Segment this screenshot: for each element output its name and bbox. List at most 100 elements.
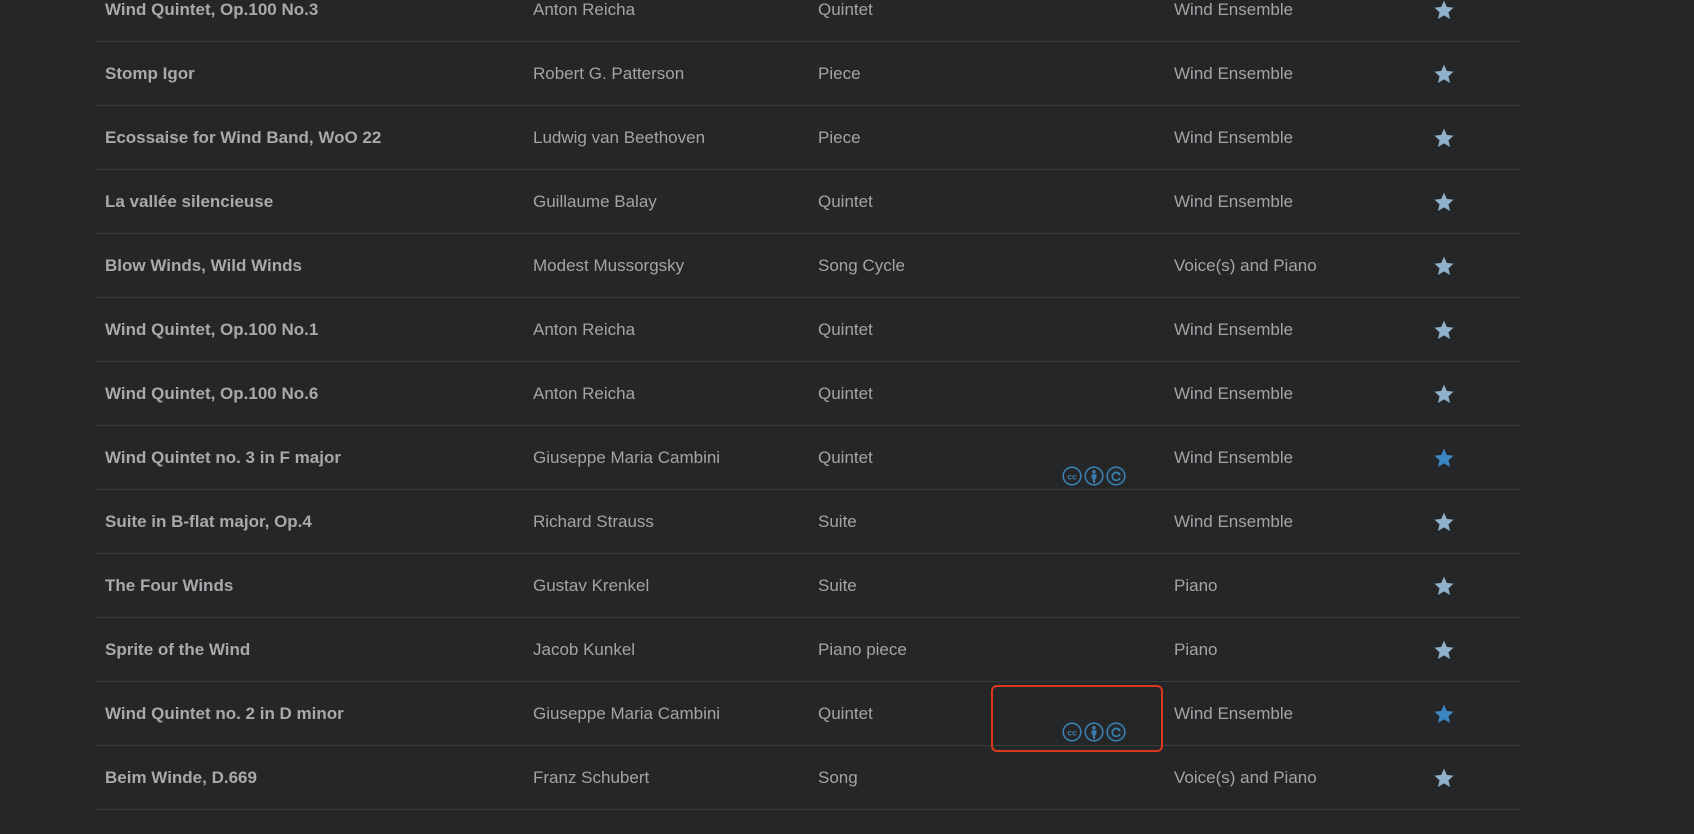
svg-text:cc: cc <box>1067 728 1077 738</box>
work-title-link[interactable]: Blow Winds, Wild Winds <box>105 234 302 297</box>
form-label: Quintet <box>818 0 873 19</box>
work-title-link[interactable]: Wind Quintet, Op.100 No.6 <box>105 362 318 425</box>
by-attribution-icon[interactable] <box>1084 705 1104 742</box>
composer-link[interactable]: Giuseppe Maria Cambini <box>533 426 720 489</box>
favorite-star-icon[interactable] <box>1428 426 1460 489</box>
table-row[interactable]: La vallée silencieuse Guillaume Balay Quin… <box>95 170 1520 234</box>
work-title-link[interactable]: The Four Winds <box>105 554 233 617</box>
composer-link[interactable]: Anton Reicha <box>533 298 635 361</box>
instrumentation-label: Piano <box>1174 576 1218 595</box>
composer-link[interactable]: Modest Mussorgsky <box>533 234 684 297</box>
instrumentation-label: Wind Ensemble <box>1174 448 1294 467</box>
works-table: Wind Quintet, Op.100 No.3 Anton Reicha Qui… <box>95 0 1520 810</box>
favorite-star-icon[interactable] <box>1428 554 1460 617</box>
favorite-star-icon[interactable] <box>1428 42 1460 105</box>
favorite-star-icon[interactable] <box>1428 170 1460 233</box>
table-row[interactable]: Stomp Igor Robert G. Patterson Piece Wind E… <box>95 42 1520 106</box>
instrumentation-label: Piano <box>1174 640 1218 659</box>
work-title-link[interactable]: Wind Quintet no. 3 in F major <box>105 426 341 489</box>
svg-text:cc: cc <box>1067 472 1077 482</box>
work-title-link[interactable]: Wind Quintet, Op.100 No.1 <box>105 298 318 361</box>
license-cell <box>1032 362 1172 425</box>
form-label: Quintet <box>818 448 873 467</box>
form-label: Suite <box>818 576 857 595</box>
work-title-link[interactable]: Stomp Igor <box>105 42 195 105</box>
license-cell <box>1032 234 1172 297</box>
composer-link[interactable]: Anton Reicha <box>533 362 635 425</box>
composer-link[interactable]: Ludwig van Beethoven <box>533 106 705 169</box>
favorite-star-icon[interactable] <box>1428 682 1460 745</box>
favorite-star-icon[interactable] <box>1428 362 1460 425</box>
form-label: Piece <box>818 128 861 147</box>
favorite-star-icon[interactable] <box>1428 298 1460 361</box>
favorite-star-icon[interactable] <box>1428 490 1460 553</box>
composer-link[interactable]: Robert G. Patterson <box>533 42 684 105</box>
table-row[interactable]: Wind Quintet, Op.100 No.6 Anton Reicha Qui… <box>95 362 1520 426</box>
form-label: Quintet <box>818 320 873 339</box>
composer-link[interactable]: Richard Strauss <box>533 490 654 553</box>
favorite-star-icon[interactable] <box>1428 0 1460 41</box>
license-cell <box>1032 42 1172 105</box>
license-cell <box>1032 618 1172 681</box>
sa-share-alike-icon[interactable] <box>1106 705 1126 742</box>
table-row[interactable]: Wind Quintet, Op.100 No.1 Anton Reicha Qui… <box>95 298 1520 362</box>
favorite-star-icon[interactable] <box>1428 234 1460 297</box>
instrumentation-label: Wind Ensemble <box>1174 704 1294 723</box>
favorite-star-icon[interactable] <box>1428 746 1460 809</box>
instrumentation-label: Wind Ensemble <box>1174 64 1294 83</box>
table-row[interactable]: Wind Quintet, Op.100 No.3 Anton Reicha Qui… <box>95 0 1520 42</box>
composer-link[interactable]: Jacob Kunkel <box>533 618 635 681</box>
cc-icon[interactable]: cc <box>1062 449 1082 486</box>
instrumentation-label: Wind Ensemble <box>1174 192 1294 211</box>
composer-link[interactable]: Anton Reicha <box>533 0 635 41</box>
composer-link[interactable]: Franz Schubert <box>533 746 649 809</box>
form-label: Quintet <box>818 384 873 403</box>
license-cell <box>1032 170 1172 233</box>
instrumentation-label: Voice(s) and Piano <box>1174 256 1317 275</box>
form-label: Suite <box>818 512 857 531</box>
table-row[interactable]: Beim Winde, D.669 Franz Schubert Song Voice… <box>95 746 1520 810</box>
table-row[interactable]: Wind Quintet no. 3 in F major Giuseppe Ma… <box>95 426 1520 490</box>
instrumentation-label: Wind Ensemble <box>1174 512 1294 531</box>
license-cell <box>1032 554 1172 617</box>
license-cell <box>1032 0 1172 41</box>
cc-license-badge[interactable]: cc <box>1062 449 1126 486</box>
composer-link[interactable]: Gustav Krenkel <box>533 554 649 617</box>
form-label: Song Cycle <box>818 256 905 275</box>
form-label: Quintet <box>818 192 873 211</box>
work-title-link[interactable]: Wind Quintet no. 2 in D minor <box>105 682 344 745</box>
table-row[interactable]: Blow Winds, Wild Winds Modest Mussorgsky S… <box>95 234 1520 298</box>
form-label: Piece <box>818 64 861 83</box>
composer-link[interactable]: Guillaume Balay <box>533 170 657 233</box>
work-title-link[interactable]: Sprite of the Wind <box>105 618 250 681</box>
table-row[interactable]: Suite in B-flat major, Op.4 Richard Strau… <box>95 490 1520 554</box>
work-title-link[interactable]: Wind Quintet, Op.100 No.3 <box>105 0 318 41</box>
instrumentation-label: Voice(s) and Piano <box>1174 768 1317 787</box>
by-attribution-icon[interactable] <box>1084 449 1104 486</box>
table-row[interactable]: Wind Quintet no. 2 in D minor Giuseppe Ma… <box>95 682 1520 746</box>
license-cell <box>1032 490 1172 553</box>
work-title-link[interactable]: Beim Winde, D.669 <box>105 746 257 809</box>
license-cell <box>1032 746 1172 809</box>
work-title-link[interactable]: Ecossaise for Wind Band, WoO 22 <box>105 106 381 169</box>
table-row[interactable]: Ecossaise for Wind Band, WoO 22 Ludwig va… <box>95 106 1520 170</box>
table-row[interactable]: The Four Winds Gustav Krenkel Suite Piano <box>95 554 1520 618</box>
instrumentation-label: Wind Ensemble <box>1174 0 1294 19</box>
license-cell: cc <box>1032 426 1172 489</box>
favorite-star-icon[interactable] <box>1428 618 1460 681</box>
cc-icon[interactable]: cc <box>1062 705 1082 742</box>
license-cell: cc <box>1032 682 1172 745</box>
sa-share-alike-icon[interactable] <box>1106 449 1126 486</box>
instrumentation-label: Wind Ensemble <box>1174 384 1294 403</box>
work-title-link[interactable]: Suite in B-flat major, Op.4 <box>105 490 312 553</box>
work-title-link[interactable]: La vallée silencieuse <box>105 170 273 233</box>
instrumentation-label: Wind Ensemble <box>1174 320 1294 339</box>
form-label: Piano piece <box>818 640 907 659</box>
license-cell <box>1032 298 1172 361</box>
cc-license-badge[interactable]: cc <box>1062 705 1126 742</box>
form-label: Quintet <box>818 704 873 723</box>
table-row[interactable]: Sprite of the Wind Jacob Kunkel Piano piec… <box>95 618 1520 682</box>
favorite-star-icon[interactable] <box>1428 106 1460 169</box>
composer-link[interactable]: Giuseppe Maria Cambini <box>533 682 720 745</box>
form-label: Song <box>818 768 858 787</box>
